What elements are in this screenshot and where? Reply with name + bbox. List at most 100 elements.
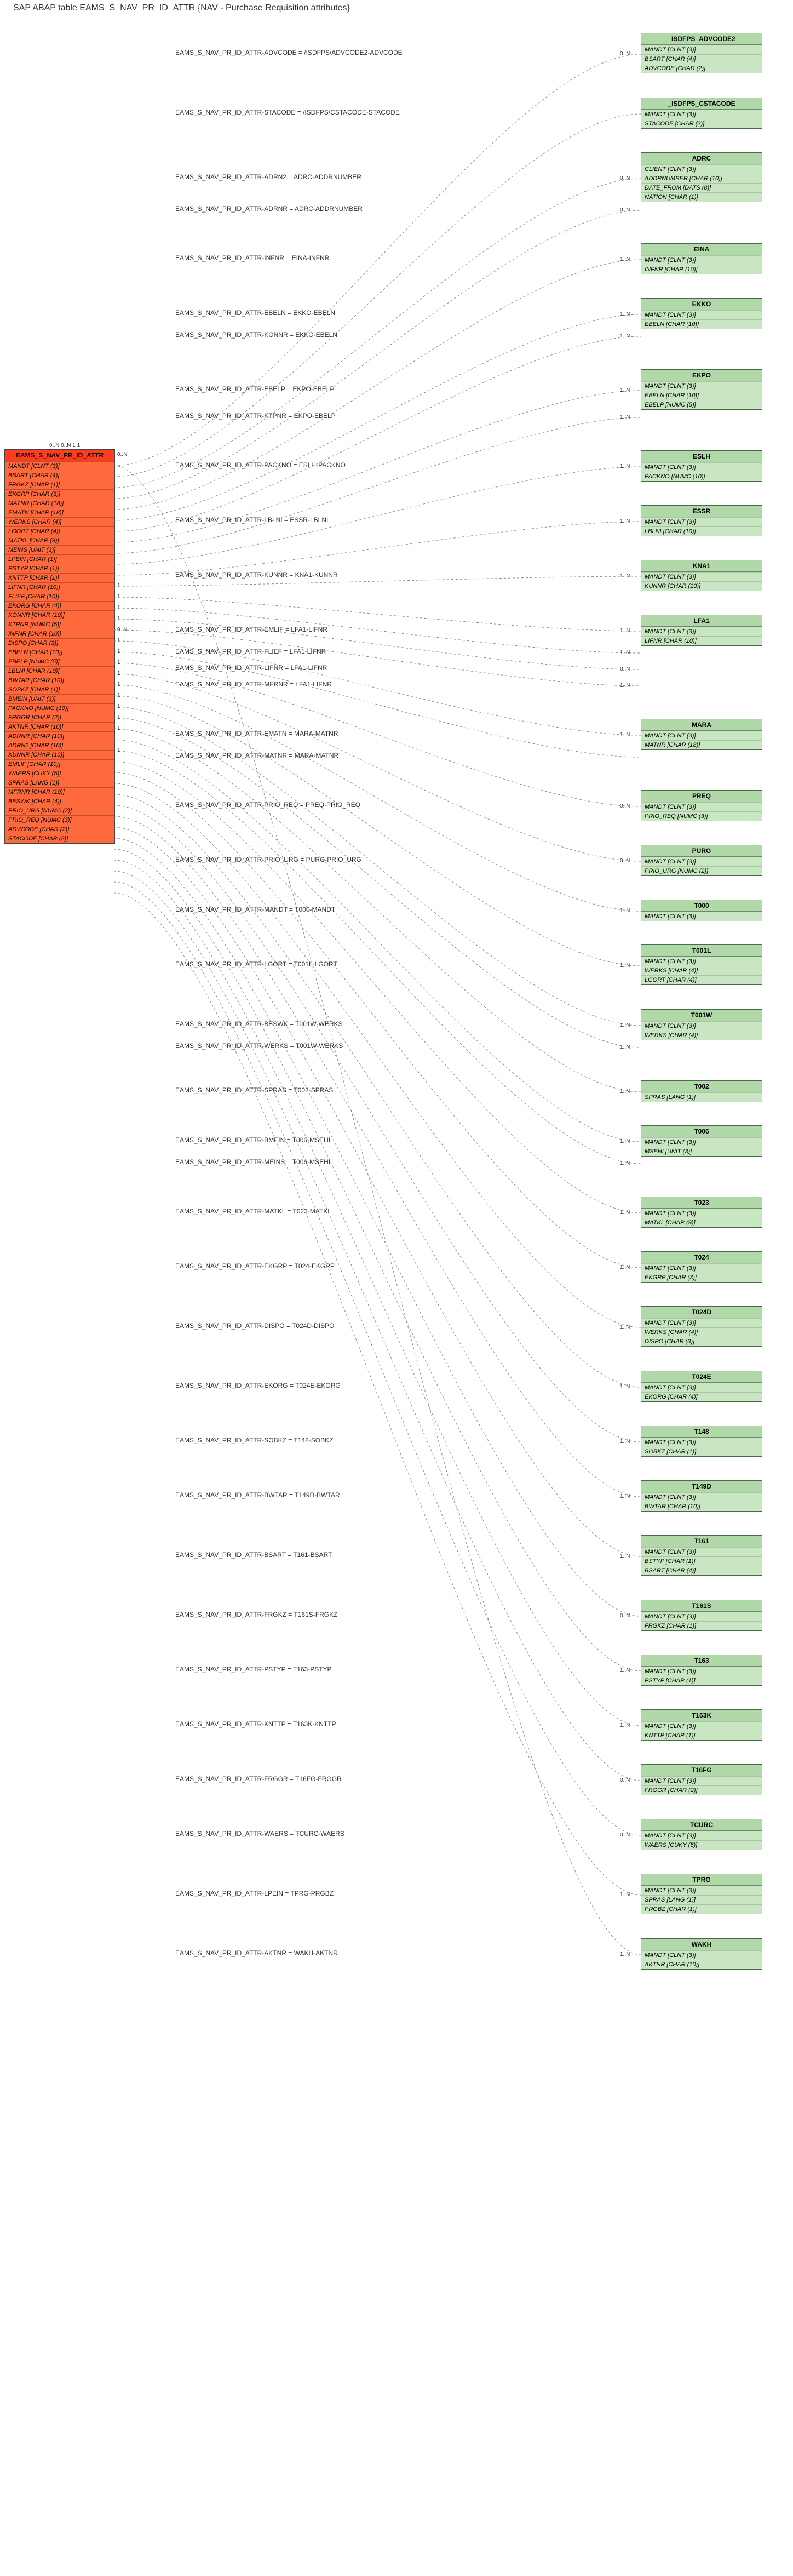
target-table: T000MANDT [CLNT (3)] <box>641 900 762 921</box>
target-field: EKORG [CHAR (4)] <box>641 1392 762 1401</box>
target-table-header: T001L <box>641 945 762 957</box>
target-table: LFA1MANDT [CLNT (3)]LIFNR [CHAR (10)] <box>641 615 762 646</box>
target-field: MANDT [CLNT (3)] <box>641 1021 762 1031</box>
relation-label: EAMS_S_NAV_PR_ID_ATTR-AKTNR = WAKH-AKTNR <box>175 1949 338 1957</box>
main-field: EKGRP [CHAR (3)] <box>5 489 114 499</box>
main-table: EAMS_S_NAV_PR_ID_ATTR MANDT [CLNT (3)]BS… <box>4 449 115 844</box>
relation-label: EAMS_S_NAV_PR_ID_ATTR-MANDT = T000-MANDT <box>175 906 335 913</box>
cardinality-target: 1..N <box>620 333 630 339</box>
target-field: MANDT [CLNT (3)] <box>641 1383 762 1392</box>
relation-label: EAMS_S_NAV_PR_ID_ATTR-LBLNI = ESSR-LBLNI <box>175 516 328 524</box>
target-field: MANDT [CLNT (3)] <box>641 110 762 119</box>
target-table: PREQMANDT [CLNT (3)]PRIO_REQ [NUMC (3)] <box>641 790 762 821</box>
relation-label: EAMS_S_NAV_PR_ID_ATTR-EBELN = EKKO-EBELN <box>175 309 335 317</box>
cardinality-target: 1..N <box>620 1384 630 1390</box>
target-field: MANDT [CLNT (3)] <box>641 1318 762 1327</box>
target-table: T024DMANDT [CLNT (3)]WERKS [CHAR (4)]DIS… <box>641 1306 762 1347</box>
main-field: MFRNR [CHAR (10)] <box>5 787 114 797</box>
target-table-header: EKPO <box>641 370 762 381</box>
target-table-header: T163 <box>641 1655 762 1667</box>
target-table-header: _ISDFPS_CSTACODE <box>641 98 762 110</box>
main-field: KONNR [CHAR (10)] <box>5 610 114 620</box>
target-table: EKPOMANDT [CLNT (3)]EBELN [CHAR (10)]EBE… <box>641 369 762 410</box>
relation-label: EAMS_S_NAV_PR_ID_ATTR-FLIEF = LFA1-LIFNR <box>175 648 326 655</box>
target-field: PRIO_URG [NUMC (2)] <box>641 866 762 875</box>
main-field: BMEIN [UNIT (3)] <box>5 694 114 703</box>
main-field: FLIEF [CHAR (10)] <box>5 592 114 601</box>
target-table: _ISDFPS_CSTACODEMANDT [CLNT (3)]STACODE … <box>641 98 762 129</box>
main-field: WERKS [CHAR (4)] <box>5 517 114 526</box>
cardinality-target: 1..N <box>620 1138 630 1144</box>
cardinality-target: 1..N <box>620 1553 630 1559</box>
cardinality-source: 1 <box>117 703 120 709</box>
relation-label: EAMS_S_NAV_PR_ID_ATTR-BESWK = T001W-WERK… <box>175 1020 343 1028</box>
main-field: EMATN [CHAR (18)] <box>5 508 114 517</box>
target-field: PRIO_REQ [NUMC (3)] <box>641 811 762 821</box>
main-field: PACKNO [NUMC (10)] <box>5 703 114 713</box>
cardinality-source: 1 <box>117 671 120 677</box>
target-table: T024EMANDT [CLNT (3)]EKORG [CHAR (4)] <box>641 1371 762 1402</box>
target-field: NATION [CHAR (1)] <box>641 192 762 202</box>
target-table: T006MANDT [CLNT (3)]MSEHI [UNIT (3)] <box>641 1125 762 1157</box>
relation-label: EAMS_S_NAV_PR_ID_ATTR-KONNR = EKKO-EBELN <box>175 331 337 339</box>
cardinality-source: 0..N <box>117 627 127 633</box>
cardinality-source: 1 <box>117 605 120 611</box>
target-field: KUNNR [CHAR (10)] <box>641 581 762 591</box>
main-field: FRGKZ [CHAR (1)] <box>5 480 114 489</box>
main-field: LBLNI [CHAR (10)] <box>5 666 114 676</box>
target-field: PSTYP [CHAR (1)] <box>641 1676 762 1685</box>
target-table-header: T023 <box>641 1197 762 1209</box>
cardinality-target: 0..N <box>620 51 630 57</box>
main-field: SOBKZ [CHAR (1)] <box>5 685 114 694</box>
cardinality-target: 1..N <box>620 414 630 420</box>
target-table-header: T163K <box>641 1710 762 1721</box>
main-field: BWTAR [CHAR (10)] <box>5 676 114 685</box>
target-table-header: T024E <box>641 1371 762 1383</box>
target-field: STACODE [CHAR (2)] <box>641 119 762 128</box>
target-field: MSEHI [UNIT (3)] <box>641 1147 762 1156</box>
target-table: T024MANDT [CLNT (3)]EKGRP [CHAR (3)] <box>641 1251 762 1283</box>
target-field: AKTNR [CHAR (10)] <box>641 1960 762 1969</box>
cardinality-source: 1 <box>117 583 120 589</box>
target-table: T161SMANDT [CLNT (3)]FRGKZ [CHAR (1)] <box>641 1600 762 1631</box>
main-field: PRIO_URG [NUMC (2)] <box>5 806 114 815</box>
target-table-header: T148 <box>641 1426 762 1438</box>
target-table: ESSRMANDT [CLNT (3)]LBLNI [CHAR (10)] <box>641 505 762 536</box>
target-field: SOBKZ [CHAR (1)] <box>641 1447 762 1456</box>
main-field: INFNR [CHAR (10)] <box>5 629 114 638</box>
cardinality-source: 1 <box>117 714 120 720</box>
relation-label: EAMS_S_NAV_PR_ID_ATTR-MEINS = T006-MSEHI <box>175 1158 330 1166</box>
cardinality-source: 1 <box>117 660 120 666</box>
target-field: WERKS [CHAR (4)] <box>641 1031 762 1040</box>
cardinality-target: 0..N <box>620 1613 630 1619</box>
cardinality-source: 0..N <box>117 451 127 457</box>
relation-label: EAMS_S_NAV_PR_ID_ATTR-BWTAR = T149D-BWTA… <box>175 1491 340 1499</box>
target-field: MANDT [CLNT (3)] <box>641 1263 762 1273</box>
main-field: LGORT [CHAR (4)] <box>5 526 114 536</box>
cardinality-target: 0..N <box>620 1832 630 1838</box>
relation-label: EAMS_S_NAV_PR_ID_ATTR-SPRAS = T002-SPRAS <box>175 1086 333 1094</box>
relation-label: EAMS_S_NAV_PR_ID_ATTR-LPEIN = TPRG-PRGBZ <box>175 1890 334 1897</box>
main-field: KUNNR [CHAR (10)] <box>5 750 114 759</box>
relation-label: EAMS_S_NAV_PR_ID_ATTR-STACODE = /ISDFPS/… <box>175 108 400 116</box>
cardinality-target: 1..N <box>620 1264 630 1270</box>
cardinality-source: 1 <box>117 682 120 688</box>
target-table-header: T024D <box>641 1307 762 1318</box>
cardinality-source: 1 <box>117 692 120 699</box>
cardinality-target: 0..N <box>620 666 630 672</box>
cardinality-target: 0..N <box>620 1777 630 1783</box>
relation-label: EAMS_S_NAV_PR_ID_ATTR-KNTTP = T163K-KNTT… <box>175 1720 336 1728</box>
cardinality-target: 1..N <box>620 628 630 634</box>
target-table: T148MANDT [CLNT (3)]SOBKZ [CHAR (1)] <box>641 1426 762 1457</box>
target-field: MANDT [CLNT (3)] <box>641 1209 762 1218</box>
target-field: MANDT [CLNT (3)] <box>641 1831 762 1840</box>
target-table: EINAMANDT [CLNT (3)]INFNR [CHAR (10)] <box>641 243 762 274</box>
relation-label: EAMS_S_NAV_PR_ID_ATTR-SOBKZ = T148-SOBKZ <box>175 1436 333 1444</box>
main-field: ADVCODE [CHAR (2)] <box>5 825 114 834</box>
target-table-header: T001W <box>641 1010 762 1021</box>
target-table: T001LMANDT [CLNT (3)]WERKS [CHAR (4)]LGO… <box>641 944 762 985</box>
relation-label: EAMS_S_NAV_PR_ID_ATTR-EMLIF = LFA1-LIFNR <box>175 626 327 633</box>
relation-label: EAMS_S_NAV_PR_ID_ATTR-BMEIN = T006-MSEHI <box>175 1136 330 1144</box>
relation-label: EAMS_S_NAV_PR_ID_ATTR-EMATN = MARA-MATNR <box>175 730 338 737</box>
target-table: MARAMANDT [CLNT (3)]MATNR [CHAR (18)] <box>641 719 762 750</box>
